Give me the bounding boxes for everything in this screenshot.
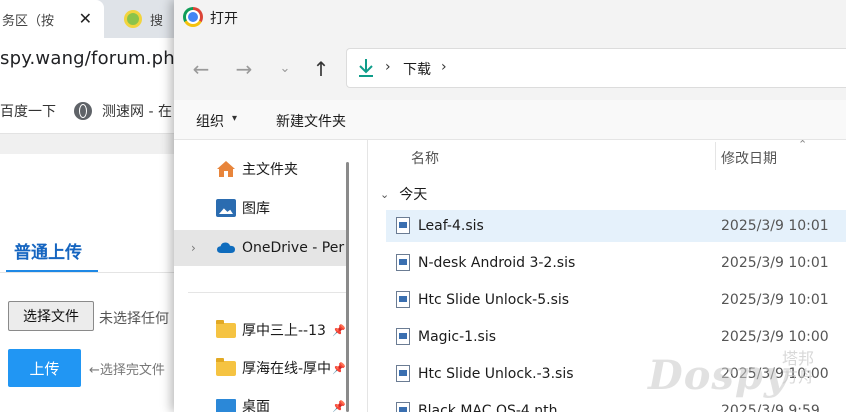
nav-pane-scrollbar[interactable]: [346, 162, 349, 412]
column-divider[interactable]: [715, 142, 716, 170]
nth-file-icon: [396, 402, 410, 412]
file-date: 2025/3/9 10:01: [721, 292, 829, 308]
column-header-name[interactable]: 名称: [411, 148, 439, 168]
file-row[interactable]: Htc Slide Unlock-5.sis 2025/3/9 10:01: [386, 284, 846, 316]
download-icon: [359, 59, 373, 77]
no-file-selected-text: 未选择任何: [99, 311, 169, 327]
desktop-icon: [216, 399, 236, 412]
forward-arrow-icon[interactable]: →: [229, 54, 259, 84]
file-name: Magic-1.sis: [418, 329, 497, 345]
tab-title: 务区（按: [2, 13, 55, 29]
file-name: Black MAC OS-4.nth: [418, 403, 558, 412]
address-breadcrumb[interactable]: › 下载 ›: [346, 48, 846, 88]
choose-file-button[interactable]: 选择文件: [8, 301, 94, 331]
nav-item-pinned-folder[interactable]: 厚中三上--13 📌: [174, 312, 348, 348]
organize-button[interactable]: 组织: [196, 111, 224, 131]
browser-tab-active[interactable]: 务区（按 ✕: [0, 0, 104, 38]
expand-chevron-icon[interactable]: ›: [191, 241, 196, 255]
cloud-icon: [217, 242, 235, 253]
back-arrow-icon[interactable]: ←: [186, 54, 216, 84]
nav-label: 厚中三上--13: [242, 323, 326, 339]
file-name: Htc Slide Unlock-5.sis: [418, 292, 570, 308]
breadcrumb-separator[interactable]: ›: [441, 59, 447, 75]
globe-icon: [74, 102, 92, 120]
file-row[interactable]: Magic-1.sis 2025/3/9 10:00: [386, 321, 846, 353]
url-text[interactable]: spy.wang/forum.ph: [0, 48, 175, 69]
file-row[interactable]: Leaf-4.sis 2025/3/9 10:01: [386, 210, 846, 242]
sis-file-icon: [396, 328, 410, 345]
sis-file-icon: [396, 365, 410, 382]
file-row[interactable]: N-desk Android 3-2.sis 2025/3/9 10:01: [386, 247, 846, 279]
collapse-chevron-icon[interactable]: ⌄: [380, 188, 389, 201]
new-folder-button[interactable]: 新建文件夹: [276, 111, 346, 131]
nav-item-gallery[interactable]: 图库: [174, 190, 348, 226]
pin-icon: 📌: [332, 323, 346, 337]
sis-file-icon: [396, 291, 410, 308]
pin-icon: 📌: [332, 399, 346, 412]
file-open-dialog: 打开 ← → ⌄ ↑ › 下载 › 组织 ▾ 新建文件夹 主文件夹 图库 › O…: [174, 0, 846, 412]
breadcrumb-separator[interactable]: ›: [385, 59, 391, 75]
close-tab-icon[interactable]: ✕: [79, 9, 92, 28]
home-icon: [217, 161, 235, 177]
nav-divider: [188, 292, 348, 293]
dialog-titlebar[interactable]: 打开: [174, 0, 846, 36]
nav-item-pinned-folder[interactable]: 厚海在线-厚中 📌: [174, 350, 348, 386]
dialog-title: 打开: [210, 11, 238, 27]
folder-icon: [216, 320, 236, 338]
recent-locations-chevron-icon[interactable]: ⌄: [270, 54, 300, 84]
nav-label: 桌面: [242, 399, 270, 412]
file-date: 2025/3/9 10:01: [721, 218, 829, 234]
breadcrumb-downloads[interactable]: 下载: [403, 59, 431, 79]
sis-file-icon: [396, 217, 410, 234]
caret-down-icon[interactable]: ▾: [232, 113, 237, 124]
up-arrow-icon[interactable]: ↑: [306, 54, 336, 84]
navigation-bar: ← → ⌄ ↑ › 下载 ›: [174, 36, 846, 100]
sis-file-icon: [396, 254, 410, 271]
file-name: Htc Slide Unlock.-3.sis: [418, 366, 574, 382]
nav-item-desktop[interactable]: 桌面 📌: [174, 388, 348, 412]
group-label: 今天: [399, 187, 428, 203]
command-bar: 组织 ▾ 新建文件夹: [174, 100, 846, 140]
upload-hint-text: ←选择完文件: [89, 363, 165, 378]
tab-title: 搜: [150, 13, 164, 29]
bookmark-baidu[interactable]: 百度一下: [0, 101, 56, 121]
column-header: 名称 ⌃ 修改日期: [368, 138, 846, 174]
nav-label: 主文件夹: [242, 162, 298, 178]
group-header-today[interactable]: ⌄ 今天: [380, 184, 427, 204]
watermark-subtext: 塔邦方舟: [782, 349, 815, 386]
file-name: N-desk Android 3-2.sis: [418, 255, 576, 271]
sort-caret-icon: ⌃: [798, 138, 808, 151]
dospy-watermark: Dospy: [648, 352, 789, 399]
file-date: 2025/3/9 9:59: [721, 403, 820, 412]
nav-label: OneDrive - Per: [242, 240, 345, 256]
tab-normal-upload[interactable]: 普通上传: [14, 238, 82, 263]
column-header-date[interactable]: 修改日期: [721, 148, 777, 168]
nav-item-onedrive[interactable]: › OneDrive - Per: [174, 230, 348, 266]
file-name: Leaf-4.sis: [418, 218, 484, 234]
nav-item-home[interactable]: 主文件夹: [174, 151, 348, 187]
navigation-pane: 主文件夹 图库 › OneDrive - Per 厚中三上--13 📌 厚海在线…: [174, 140, 354, 412]
gallery-icon: [216, 199, 236, 217]
site-favicon-icon: [124, 10, 142, 28]
pin-icon: 📌: [332, 361, 346, 375]
nav-label: 图库: [242, 201, 270, 217]
folder-icon: [216, 358, 236, 376]
nav-label: 厚海在线-厚中: [242, 361, 332, 377]
bookmark-speedtest[interactable]: 测速网 - 在: [74, 101, 172, 121]
chrome-icon: [183, 7, 203, 27]
file-date: 2025/3/9 10:01: [721, 255, 829, 271]
bookmark-label: 测速网 - 在: [102, 104, 172, 120]
upload-button[interactable]: 上传: [8, 349, 81, 387]
file-date: 2025/3/9 10:00: [721, 329, 829, 345]
